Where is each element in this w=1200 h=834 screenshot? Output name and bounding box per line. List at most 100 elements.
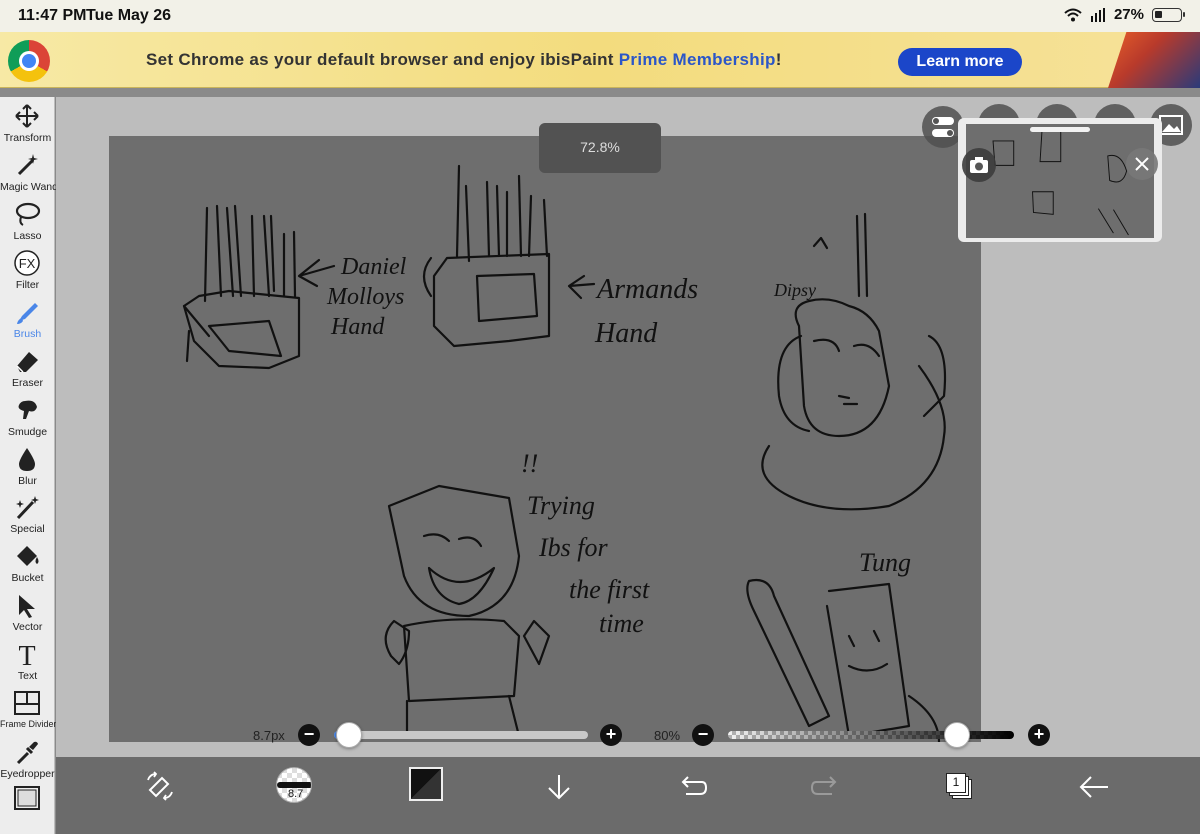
sketch-label-time: time (599, 609, 644, 638)
download-arrow-icon[interactable] (544, 772, 574, 802)
tool-label: Eyedropper (0, 768, 55, 780)
brush-size-minus-button[interactable]: − (298, 724, 320, 746)
tool-label: Transform (3, 132, 52, 144)
tool-label: Special (10, 523, 45, 535)
tool-sidebar: Transform Magic Wand Lasso FX Filter Brush Era… (0, 97, 58, 834)
tool-label: Vector (12, 621, 43, 633)
opacity-minus-button[interactable]: − (692, 724, 714, 746)
sketch-label-daniel: Daniel (340, 254, 407, 280)
opacity-slider-knob[interactable] (943, 722, 970, 748)
undo-icon[interactable] (678, 772, 708, 802)
brush-icon (17, 303, 38, 324)
tool-lasso[interactable]: Lasso (0, 197, 55, 245)
navigator-close-button[interactable] (1126, 148, 1158, 180)
tool-label: Blur (18, 475, 37, 487)
brush-size-slider-track[interactable] (334, 731, 588, 739)
text-icon: T (18, 641, 35, 667)
drawing-canvas[interactable]: Daniel Molloys Hand Armands Hand Dipsy !… (109, 136, 981, 742)
color-swatch-button[interactable] (409, 767, 443, 801)
tool-frame-divider[interactable]: Frame Divider (0, 686, 57, 734)
sketch-label-dipsy: Dipsy (773, 280, 816, 300)
tool-vector[interactable]: Vector (0, 588, 55, 636)
banner-artwork (1108, 32, 1200, 88)
learn-more-button[interactable]: Learn more (898, 48, 1022, 76)
battery-icon (1152, 7, 1185, 22)
sketch-kid (384, 484, 551, 738)
ibispaint-app: 11:47 PM Tue May 26 27% Set Chrome as yo… (0, 0, 1200, 834)
tool-label: Frame Divider (0, 719, 57, 729)
opacity-plus-button[interactable]: + (1028, 724, 1050, 746)
fx-icon: FX (14, 250, 40, 276)
tool-special[interactable]: Special (0, 490, 55, 538)
navigator-camera-button[interactable] (962, 148, 996, 182)
brush-size-short: 8.7 (288, 788, 304, 800)
sparkle-pen-icon (16, 496, 39, 520)
banner-prime-highlight: Prime Membership (618, 50, 776, 69)
layer-count: 1 (952, 775, 960, 789)
close-icon (1135, 157, 1149, 171)
swap-tools-icon[interactable] (144, 770, 176, 802)
bottom-toolbar (56, 757, 1200, 834)
bucket-icon (17, 546, 39, 566)
sketch-label-molloys: Molloys (326, 284, 404, 310)
svg-text:T: T (18, 641, 35, 667)
sketch-label-exclaim: !! (521, 449, 538, 478)
tool-magic-wand[interactable]: Magic Wand (0, 148, 58, 196)
sketch-label-ibs-for: Ibs for (538, 533, 609, 562)
tool-bucket[interactable]: Bucket (0, 539, 55, 587)
tool-transform[interactable]: Transform (0, 99, 55, 147)
tool-label: Filter (15, 279, 40, 291)
lasso-icon (15, 202, 41, 226)
redo-icon[interactable] (810, 772, 840, 802)
sketch-armand-hand (422, 164, 551, 348)
ad-banner[interactable]: Set Chrome as your default browser and e… (0, 32, 1200, 88)
ios-status-bar: 11:47 PM Tue May 26 27% (0, 0, 1200, 32)
sketch-label-trying: Trying (527, 491, 595, 520)
tool-label: Lasso (13, 230, 42, 242)
sketch-daniel-hand (182, 204, 301, 370)
layers-button[interactable]: 1 (946, 773, 972, 799)
tool-eyedropper[interactable]: Eyedropper (0, 735, 55, 783)
chrome-logo-icon (8, 40, 50, 82)
tool-label: Smudge (7, 426, 48, 438)
brush-preview-button[interactable]: 8.7 (276, 767, 312, 803)
brush-size-label: 8.7px (253, 728, 285, 743)
eyedropper-icon (16, 741, 38, 765)
sketch-label-hand-2: Hand (594, 318, 658, 349)
sketch-label-the-first: the first (569, 575, 650, 604)
svg-text:FX: FX (19, 256, 36, 271)
smudge-icon (18, 400, 37, 419)
sketch-label-tung: Tung (859, 548, 911, 577)
move-arrows-icon (15, 104, 39, 128)
battery-percent: 27% (1113, 6, 1144, 23)
magic-wand-icon (17, 154, 38, 176)
back-arrow-icon[interactable] (1078, 772, 1110, 802)
tool-eraser[interactable]: Eraser (0, 344, 55, 392)
navigator-drag-handle[interactable] (1030, 127, 1090, 132)
status-time: 11:47 PM (18, 7, 87, 24)
cursor-arrow-icon (19, 595, 35, 618)
brush-size-plus-button[interactable]: + (600, 724, 622, 746)
sketch-tung (746, 578, 941, 742)
tool-blur[interactable]: Blur (0, 442, 55, 490)
signal-bars-icon (1090, 7, 1105, 22)
drop-icon (19, 448, 35, 471)
frame-divider-icon (14, 691, 40, 715)
tool-label: Text (17, 670, 38, 682)
tool-filter[interactable]: FX Filter (0, 246, 55, 294)
tool-text[interactable]: T Text (0, 637, 55, 685)
sketch-drawing: Daniel Molloys Hand Armands Hand Dipsy !… (182, 164, 947, 742)
eraser-icon (16, 352, 38, 373)
opacity-slider-track[interactable] (728, 731, 1014, 739)
zoom-level-indicator: 72.8% (539, 123, 661, 173)
tool-label: Bucket (11, 572, 44, 584)
tool-brush[interactable]: Brush (0, 295, 55, 343)
tool-label: Magic Wand (0, 181, 58, 193)
tool-smudge[interactable]: Smudge (0, 393, 55, 441)
tool-canvas[interactable] (0, 781, 55, 829)
sketch-label-hand-1: Hand (330, 314, 385, 340)
tool-label: Brush (13, 328, 42, 340)
tool-label: Eraser (12, 377, 43, 389)
status-date: Tue May 26 (86, 7, 172, 24)
camera-icon (970, 157, 988, 173)
